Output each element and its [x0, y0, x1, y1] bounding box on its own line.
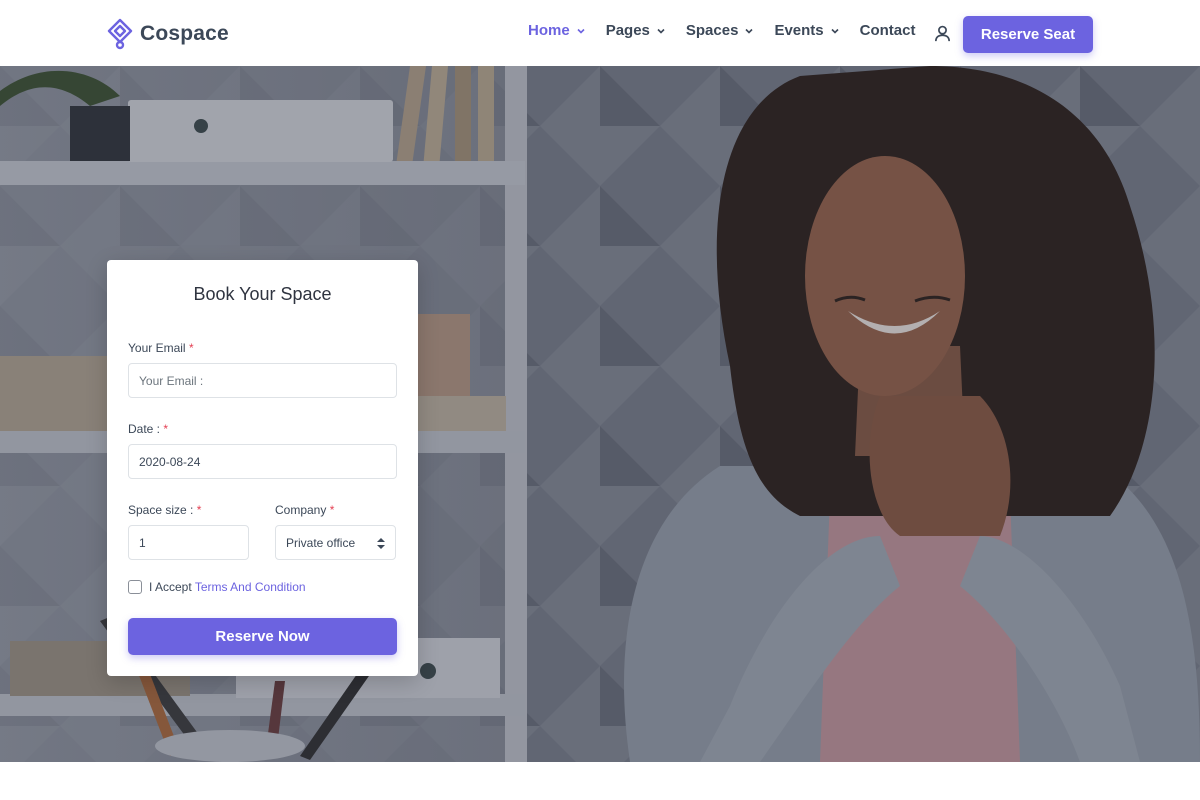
date-value: 2020-08-24 — [139, 454, 201, 469]
chevron-down-icon — [657, 28, 665, 34]
hero-section: Book Your Space Your Email * Your Email … — [0, 66, 1200, 762]
nav-item-events[interactable]: Events — [774, 22, 839, 39]
space-size-label-text: Space size : — [128, 503, 194, 517]
required-mark: * — [196, 503, 202, 517]
date-label: Date : * — [128, 422, 168, 436]
company-label-text: Company — [275, 503, 327, 517]
nav-item-pages[interactable]: Pages — [606, 22, 666, 39]
terms-link[interactable]: Terms And Condition — [195, 580, 306, 594]
nav-item-label: Pages — [605, 22, 650, 39]
company-selected-value: Private office — [286, 535, 356, 550]
reserve-seat-button[interactable]: Reserve Seat — [963, 16, 1093, 53]
main-nav: Home Pages Spaces Events Contact — [528, 22, 935, 39]
booking-form-card: Book Your Space Your Email * Your Email … — [107, 260, 418, 676]
booking-form-title: Book Your Space — [193, 284, 332, 304]
terms-prefix: I Accept — [149, 580, 192, 594]
brand-name: Cospace — [140, 22, 229, 45]
cospace-logo-icon — [107, 18, 133, 50]
email-label: Your Email * — [128, 341, 194, 355]
email-placeholder: Your Email : — [139, 373, 204, 388]
select-arrows-icon — [377, 538, 385, 549]
reserve-now-button[interactable]: Reserve Now — [128, 618, 397, 655]
space-size-value: 1 — [139, 535, 146, 550]
company-label: Company * — [275, 503, 334, 517]
required-mark: * — [188, 341, 194, 355]
terms-checkbox[interactable] — [128, 580, 142, 594]
required-mark: * — [329, 503, 335, 517]
terms-text: I Accept Terms And Condition — [149, 580, 306, 594]
required-mark: * — [163, 422, 169, 436]
company-select[interactable]: Private office — [275, 525, 396, 560]
chevron-down-icon — [831, 28, 839, 34]
nav-item-spaces[interactable]: Spaces — [686, 22, 755, 39]
chevron-down-icon — [745, 28, 754, 34]
nav-item-label: Events — [774, 22, 824, 39]
site-header: Cospace Home Pages Spaces Events Contact… — [0, 0, 1200, 66]
space-size-input[interactable]: 1 — [128, 525, 249, 560]
date-input[interactable]: 2020-08-24 — [128, 444, 397, 479]
nav-item-label: Contact — [859, 22, 916, 39]
chevron-down-icon — [577, 28, 585, 34]
email-label-text: Your Email — [128, 341, 186, 355]
brand-logo[interactable]: Cospace — [106, 18, 229, 50]
email-input[interactable]: Your Email : — [128, 363, 397, 398]
nav-item-label: Spaces — [685, 22, 739, 39]
nav-item-contact[interactable]: Contact — [860, 22, 916, 39]
space-size-label: Space size : * — [128, 503, 201, 517]
nav-item-home[interactable]: Home — [528, 22, 586, 39]
date-label-text: Date : — [128, 422, 161, 436]
user-icon[interactable] — [933, 24, 952, 43]
nav-item-label: Home — [528, 22, 570, 39]
